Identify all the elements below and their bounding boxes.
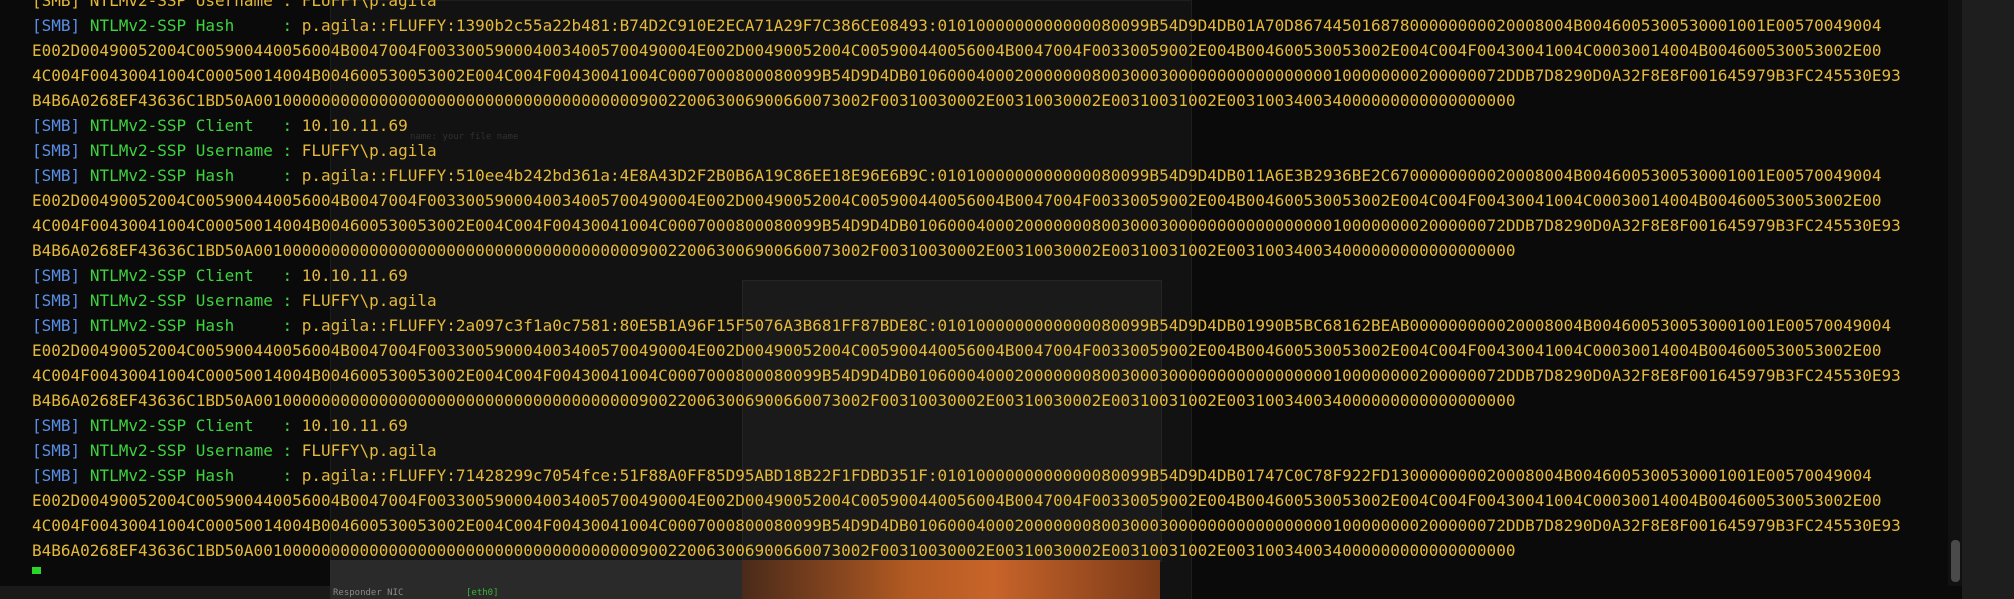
terminal-line: 4C004F00430041004C00050014004B0046005300…	[32, 63, 1942, 88]
hash-continuation: 4C004F00430041004C00050014004B0046005300…	[32, 66, 1901, 85]
field-label: NTLMv2-SSP Hash :	[89, 166, 293, 185]
terminal-line: B4B6A0268EF43636C1BD50A00100000000000000…	[32, 238, 1942, 263]
terminal-line: E002D00490052004C005900440056004B0047004…	[32, 338, 1942, 363]
field-value: 10.10.11.69	[292, 416, 408, 435]
terminal-line: [SMB] NTLMv2-SSP Hash : p.agila::FLUFFY:…	[32, 13, 1942, 38]
smb-tag: [SMB]	[32, 166, 81, 185]
scrollbar-thumb[interactable]	[1951, 540, 1960, 582]
field-label: NTLMv2-SSP Client :	[89, 416, 293, 435]
window-edge	[1962, 0, 2014, 599]
hash-continuation: E002D00490052004C005900440056004B0047004…	[32, 491, 1882, 510]
smb-tag: [SMB]	[32, 466, 81, 485]
hash-continuation: B4B6A0268EF43636C1BD50A00100000000000000…	[32, 241, 1516, 260]
smb-tag: [SMB]	[32, 116, 81, 135]
field-label: NTLMv2-SSP Hash :	[89, 466, 293, 485]
terminal-line: [SMB] NTLMv2-SSP Username : FLUFFY\p.agi…	[32, 138, 1942, 163]
terminal-line: B4B6A0268EF43636C1BD50A00100000000000000…	[32, 388, 1942, 413]
terminal-line: [SMB] NTLMv2-SSP Hash : p.agila::FLUFFY:…	[32, 163, 1942, 188]
field-value: 10.10.11.69	[292, 116, 408, 135]
terminal-line: 4C004F00430041004C00050014004B0046005300…	[32, 363, 1942, 388]
smb-tag: [SMB]	[32, 141, 81, 160]
hash-continuation: 4C004F00430041004C00050014004B0046005300…	[32, 516, 1901, 535]
terminal-window: name: your file name Responder NIC [eth0…	[0, 0, 2014, 599]
field-label: NTLMv2-SSP Username :	[89, 141, 293, 160]
field-value: FLUFFY\p.agila	[292, 141, 437, 160]
terminal-line: [SMB] NTLMv2-SSP Hash : p.agila::FLUFFY:…	[32, 313, 1942, 338]
terminal-line: B4B6A0268EF43636C1BD50A00100000000000000…	[32, 88, 1942, 113]
terminal-line: [SMB] NTLMv2-SSP Client : 10.10.11.69	[32, 263, 1942, 288]
field-label: NTLMv2-SSP Client :	[89, 266, 293, 285]
hash-continuation: B4B6A0268EF43636C1BD50A00100000000000000…	[32, 541, 1516, 560]
hash-continuation: 4C004F00430041004C00050014004B0046005300…	[32, 366, 1901, 385]
field-value: p.agila::FLUFFY:2a097c3f1a0c7581:80E5B1A…	[292, 316, 1892, 335]
terminal-output[interactable]: [SMB] NTLMv2-SSP Username : FLUFFY\p.agi…	[32, 0, 1942, 574]
smb-tag: [SMB]	[32, 291, 81, 310]
hash-continuation: 4C004F00430041004C00050014004B0046005300…	[32, 216, 1901, 235]
window-bottom-edge	[0, 586, 330, 599]
field-label: NTLMv2-SSP Hash :	[89, 316, 293, 335]
field-value: 10.10.11.69	[292, 266, 408, 285]
field-value: p.agila::FLUFFY:510ee4b242bd361a:4E8A43D…	[292, 166, 1882, 185]
background-status-value: [eth0]	[466, 588, 499, 598]
field-value: FLUFFY\p.agila	[292, 291, 437, 310]
smb-tag: [SMB]	[32, 416, 81, 435]
smb-tag: [SMB]	[32, 266, 81, 285]
terminal-line: [SMB] NTLMv2-SSP Client : 10.10.11.69	[32, 113, 1942, 138]
terminal-line: 4C004F00430041004C00050014004B0046005300…	[32, 513, 1942, 538]
terminal-line: E002D00490052004C005900440056004B0047004…	[32, 38, 1942, 63]
field-value: FLUFFY\p.agila	[292, 441, 437, 460]
smb-tag: [SMB]	[32, 16, 81, 35]
smb-tag: [SMB]	[32, 316, 81, 335]
field-value: p.agila::FLUFFY:1390b2c55a22b481:B74D2C9…	[292, 16, 1882, 35]
background-status-label: Responder NIC	[333, 588, 404, 598]
terminal-line: [SMB] NTLMv2-SSP Hash : p.agila::FLUFFY:…	[32, 463, 1942, 488]
field-label: NTLMv2-SSP Username :	[89, 291, 293, 310]
hash-continuation: E002D00490052004C005900440056004B0047004…	[32, 341, 1882, 360]
field-value: p.agila::FLUFFY:71428299c7054fce:51F88A0…	[292, 466, 1872, 485]
block-cursor-icon	[32, 566, 41, 574]
terminal-line: [SMB] NTLMv2-SSP Username : FLUFFY\p.agi…	[32, 0, 1942, 13]
scrollbar-track[interactable]	[1948, 0, 1962, 586]
hash-continuation: E002D00490052004C005900440056004B0047004…	[32, 41, 1882, 60]
terminal-line: [SMB] NTLMv2-SSP Username : FLUFFY\p.agi…	[32, 438, 1942, 463]
hash-continuation: B4B6A0268EF43636C1BD50A00100000000000000…	[32, 91, 1516, 110]
field-label: NTLMv2-SSP Client :	[89, 116, 293, 135]
field-label: NTLMv2-SSP Hash :	[89, 16, 293, 35]
hash-continuation: B4B6A0268EF43636C1BD50A00100000000000000…	[32, 391, 1516, 410]
terminal-line: [SMB] NTLMv2-SSP Username : FLUFFY\p.agi…	[32, 288, 1942, 313]
terminal-line: E002D00490052004C005900440056004B0047004…	[32, 188, 1942, 213]
terminal-line: [SMB] NTLMv2-SSP Client : 10.10.11.69	[32, 413, 1942, 438]
prompt-line[interactable]	[32, 563, 1942, 574]
smb-tag: [SMB]	[32, 441, 81, 460]
previous-entry-line: [SMB] NTLMv2-SSP Username : FLUFFY\p.agi…	[32, 0, 437, 10]
hash-continuation: E002D00490052004C005900440056004B0047004…	[32, 191, 1882, 210]
field-label: NTLMv2-SSP Username :	[89, 441, 293, 460]
terminal-line: 4C004F00430041004C00050014004B0046005300…	[32, 213, 1942, 238]
terminal-line: B4B6A0268EF43636C1BD50A00100000000000000…	[32, 538, 1942, 563]
terminal-line: E002D00490052004C005900440056004B0047004…	[32, 488, 1942, 513]
